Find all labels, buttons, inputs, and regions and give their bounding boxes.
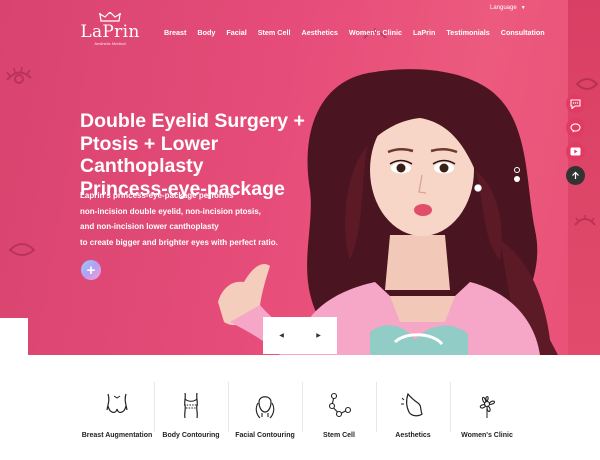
eye-doodle-icon xyxy=(575,78,599,90)
category-label: Stem Cell xyxy=(323,432,355,439)
body-icon xyxy=(184,392,198,419)
category-label: Body Contouring xyxy=(162,432,220,439)
nav-item-body[interactable]: Body xyxy=(197,28,215,37)
youtube-icon xyxy=(570,147,581,156)
slider-prev-button[interactable]: ◀ xyxy=(263,317,300,354)
hero-desc-line: non-incision double eyelid, non-incision… xyxy=(80,206,261,216)
arrow-left-icon: ◀ xyxy=(279,333,284,339)
nav-item-stem-cell[interactable]: Stem Cell xyxy=(258,28,291,37)
kakao-icon xyxy=(570,122,581,132)
hero-desc-line: to create bigger and brighter eyes with … xyxy=(80,237,278,247)
slider-dot[interactable] xyxy=(514,176,520,182)
flower-icon xyxy=(479,396,495,418)
arrow-right-icon: ▶ xyxy=(316,333,321,339)
hero-title: Double Eyelid Surgery + Ptosis + Lower C… xyxy=(80,110,330,200)
breast-icon xyxy=(106,393,128,413)
nav-item-facial[interactable]: Facial xyxy=(226,28,246,37)
nav-item-testimonials[interactable]: Testimonials xyxy=(446,28,489,37)
category-stem-cell[interactable]: Stem Cell xyxy=(302,378,376,448)
plus-icon: + xyxy=(86,261,96,279)
category-bar: Breast Augmentation Body Contouring Faci… xyxy=(80,378,524,448)
eye-doodle-icon xyxy=(574,215,596,226)
hero-title-line: Ptosis + Lower Canthoplasty xyxy=(80,132,219,178)
category-label: Women's Clinic xyxy=(461,432,513,439)
language-selector[interactable]: Language ▼ xyxy=(490,5,526,11)
face-icon xyxy=(255,396,275,419)
category-label: Breast Augmentation xyxy=(81,432,153,439)
aesthetics-icon xyxy=(401,392,423,417)
scroll-top-button[interactable] xyxy=(566,166,585,185)
eye-doodle-icon xyxy=(8,243,36,256)
arrow-up-icon xyxy=(572,171,579,179)
hero-desc-line: Laprin's princess-eye-package performs xyxy=(80,191,234,200)
hero-banner: LaPrin Aesthetic Medical Language ▼ Brea… xyxy=(0,0,600,355)
category-body-contouring[interactable]: Body Contouring xyxy=(154,378,228,448)
hero-left-strip xyxy=(0,318,28,355)
logo-name: LaPrin xyxy=(80,22,140,42)
hero-title-line: Double Eyelid Surgery + xyxy=(80,110,305,132)
stem-cell-icon xyxy=(328,392,352,418)
main-nav: Breast Body Facial Stem Cell Aesthetics … xyxy=(164,28,545,37)
chat-button[interactable] xyxy=(566,94,585,113)
chat-icon xyxy=(570,98,581,109)
category-facial-contouring[interactable]: Facial Contouring xyxy=(228,378,302,448)
youtube-button[interactable] xyxy=(566,142,585,161)
nav-item-consultation[interactable]: Consultation xyxy=(501,28,545,37)
logo-subtitle: Aesthetic Medical xyxy=(94,41,126,46)
category-label: Facial Contouring xyxy=(235,432,295,439)
category-breast-augmentation[interactable]: Breast Augmentation xyxy=(80,378,154,448)
nav-item-laprin[interactable]: LaPrin xyxy=(413,28,435,37)
nav-item-breast[interactable]: Breast xyxy=(164,28,186,37)
hero-desc-line: and non-incision lower canthoplasty xyxy=(80,222,219,231)
kakao-button[interactable] xyxy=(566,118,585,137)
caret-down-icon: ▼ xyxy=(520,5,526,11)
site-logo[interactable]: LaPrin Aesthetic Medical xyxy=(80,12,140,48)
slider-next-button[interactable]: ▶ xyxy=(300,317,337,354)
eye-doodle-icon xyxy=(6,66,32,84)
language-label: Language xyxy=(490,5,517,11)
more-button[interactable]: + xyxy=(81,260,101,280)
category-womens-clinic[interactable]: Women's Clinic xyxy=(450,378,524,448)
hero-description: Laprin's princess-eye-package performs n… xyxy=(80,188,330,250)
slider-dot-active[interactable] xyxy=(514,167,520,173)
category-aesthetics[interactable]: Aesthetics xyxy=(376,378,450,448)
nav-item-aesthetics[interactable]: Aesthetics xyxy=(302,28,338,37)
category-label: Aesthetics xyxy=(395,432,431,439)
nav-item-womens-clinic[interactable]: Women's Clinic xyxy=(349,28,402,37)
